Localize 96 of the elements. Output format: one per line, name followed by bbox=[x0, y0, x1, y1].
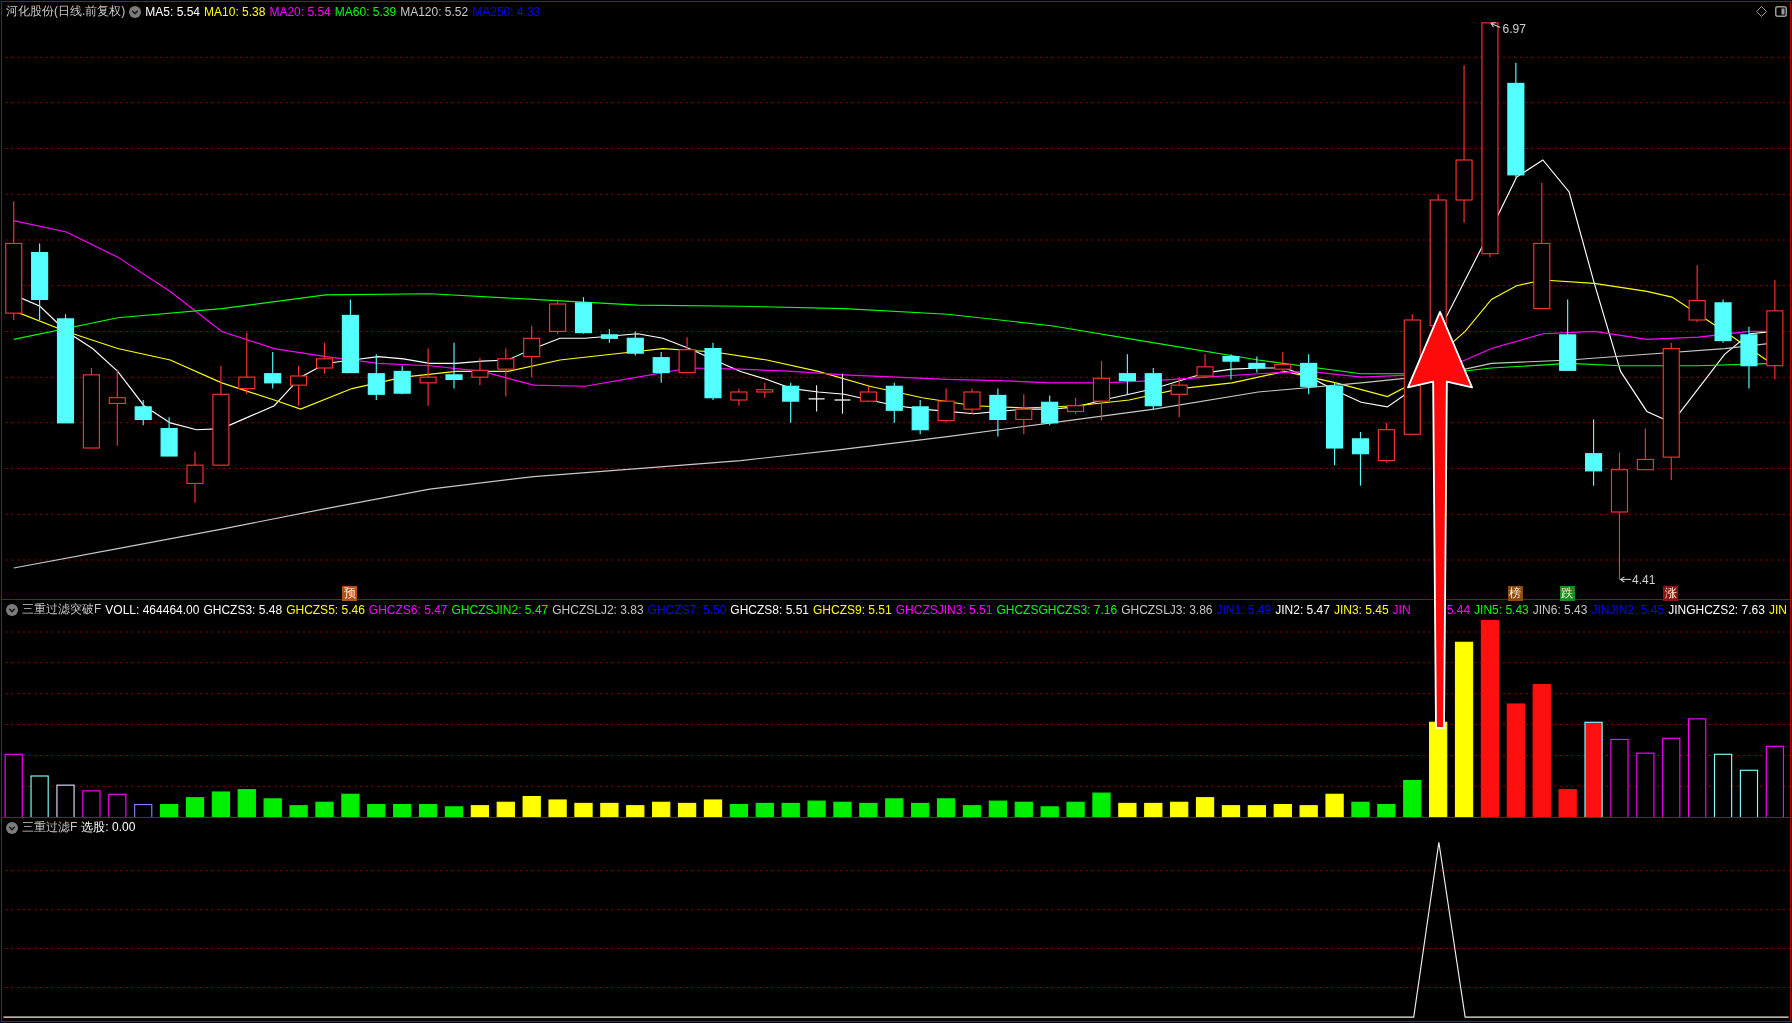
candlestick bbox=[315, 342, 334, 375]
chevron-circle-icon[interactable] bbox=[6, 821, 18, 834]
indicator-value: JIN5: 5.43 bbox=[1474, 602, 1529, 617]
candlestick bbox=[497, 348, 515, 398]
indicator-value: GHCZSJIN2: 5.47 bbox=[451, 602, 549, 617]
candlestick bbox=[471, 357, 489, 386]
candlestick bbox=[574, 296, 593, 335]
candlestick bbox=[678, 336, 696, 374]
indicator-value: 5.44 bbox=[1446, 602, 1471, 617]
candlestick bbox=[807, 384, 826, 412]
candlestick bbox=[186, 450, 204, 504]
diamond-icon[interactable] bbox=[1756, 6, 1767, 17]
indicator-value: GHCZS9: 5.51 bbox=[813, 602, 892, 617]
candlestick bbox=[1714, 298, 1732, 344]
candlestick bbox=[833, 373, 852, 415]
candlestick bbox=[1170, 376, 1188, 418]
candlestick bbox=[393, 365, 411, 395]
candlestick bbox=[445, 342, 463, 390]
candlestick bbox=[1144, 367, 1162, 410]
indicator-value: 选股: 0.00 bbox=[81, 819, 136, 836]
candlestick bbox=[1248, 356, 1266, 374]
panel-title: 三重过滤突破F bbox=[22, 601, 102, 618]
candlestick bbox=[549, 298, 567, 335]
candlestick bbox=[134, 399, 152, 426]
indicator-value: GHCZSJIN3: 5.51 bbox=[895, 602, 993, 617]
candlestick bbox=[367, 353, 385, 401]
signal-tag: 榜 bbox=[1507, 585, 1523, 601]
panel-toggle-icon[interactable] bbox=[1775, 6, 1787, 17]
candlestick bbox=[419, 348, 437, 407]
chevron-circle-icon[interactable] bbox=[129, 5, 142, 18]
indicator-value: JIN3: 5.45 bbox=[1333, 602, 1389, 617]
candlestick bbox=[238, 332, 256, 395]
candlestick bbox=[1585, 418, 1603, 487]
indicator-value: JIN1: 5.49 bbox=[1216, 602, 1272, 617]
indicator-value: JIN bbox=[1768, 602, 1787, 617]
candlestick bbox=[1015, 393, 1033, 435]
candlestick bbox=[290, 365, 308, 407]
indicator-value: GHCZSLJ2: 3.83 bbox=[552, 602, 644, 617]
indicator-value: GHCZS5: 5.46 bbox=[286, 602, 365, 617]
candlestick bbox=[1351, 431, 1370, 487]
candlestick bbox=[782, 382, 800, 424]
candlestick bbox=[937, 388, 955, 424]
indicator-value: GHCZS3: 5.48 bbox=[203, 602, 283, 617]
candlestick bbox=[704, 342, 722, 401]
indicator-value: MA250: 4.33 bbox=[472, 4, 541, 19]
candlestick bbox=[1636, 428, 1654, 471]
candlestick bbox=[264, 351, 282, 390]
indicator-value: GHCZSGHCZS3: 7.16 bbox=[996, 602, 1118, 617]
candlestick bbox=[1274, 351, 1292, 374]
leader-line bbox=[1490, 22, 1501, 28]
candlestick bbox=[523, 325, 541, 378]
candlestick bbox=[626, 330, 644, 356]
candlestick bbox=[1377, 422, 1395, 464]
panel-title: 三重过滤F bbox=[22, 819, 78, 836]
indicator-value: GHCZS8: 5.51 bbox=[730, 602, 809, 617]
indicator-value: MA20: 5.54 bbox=[269, 4, 331, 19]
indicator-value: MA120: 5.52 bbox=[400, 4, 469, 19]
candlestick bbox=[1092, 360, 1111, 422]
signal-tag: 跌 bbox=[1559, 585, 1575, 601]
indicator-value: GHCZS7: 5.50 bbox=[647, 602, 727, 617]
candlestick bbox=[652, 351, 670, 384]
chevron-circle-icon[interactable] bbox=[6, 603, 18, 616]
candlestick bbox=[730, 388, 748, 407]
indicator-value: JIN2: 5.47 bbox=[1275, 602, 1330, 617]
candlestick bbox=[885, 382, 903, 424]
candlestick bbox=[1222, 353, 1240, 380]
candlestick bbox=[1196, 353, 1214, 378]
leader-line bbox=[1619, 576, 1632, 583]
signal-tag: 预 bbox=[342, 585, 358, 601]
candlestick bbox=[989, 388, 1007, 438]
candlestick bbox=[1300, 353, 1318, 395]
candlestick bbox=[1688, 264, 1706, 323]
indicator-value: JIN bbox=[1392, 602, 1411, 617]
indicator-value: GHCZSLJ3: 3.86 bbox=[1121, 602, 1213, 617]
signal-tag: 涨 bbox=[1663, 585, 1679, 601]
candlestick bbox=[600, 328, 618, 344]
panel-title: 河化股份(日线.前复权) bbox=[6, 3, 126, 20]
candlestick bbox=[1118, 353, 1136, 395]
indicator-value: VOLL: 464464.00 bbox=[105, 602, 200, 617]
indicator-value: JIN6: 5.43 bbox=[1532, 602, 1588, 617]
indicator-value: JINJIN2: 5.45 bbox=[1591, 602, 1665, 617]
candlestick bbox=[1740, 326, 1758, 390]
candlestick bbox=[859, 385, 877, 403]
candlestick bbox=[160, 416, 178, 457]
indicator-value: MA5: 5.54 bbox=[145, 4, 201, 19]
candlestick bbox=[1041, 394, 1059, 426]
indicator-value: MA10: 5.38 bbox=[204, 4, 266, 19]
candlestick bbox=[1067, 397, 1085, 415]
indicator-value: MA60: 5.39 bbox=[334, 4, 397, 19]
candlestick bbox=[963, 388, 981, 415]
price-label: 4.41 bbox=[1632, 573, 1656, 587]
indicator-value: JINGHCZS2: 7.63 bbox=[1668, 602, 1765, 617]
candlestick bbox=[911, 399, 929, 435]
price-label: 6.97 bbox=[1502, 21, 1526, 36]
candlestick bbox=[756, 382, 774, 399]
indicator-value: GHCZS6: 5.47 bbox=[368, 602, 448, 617]
